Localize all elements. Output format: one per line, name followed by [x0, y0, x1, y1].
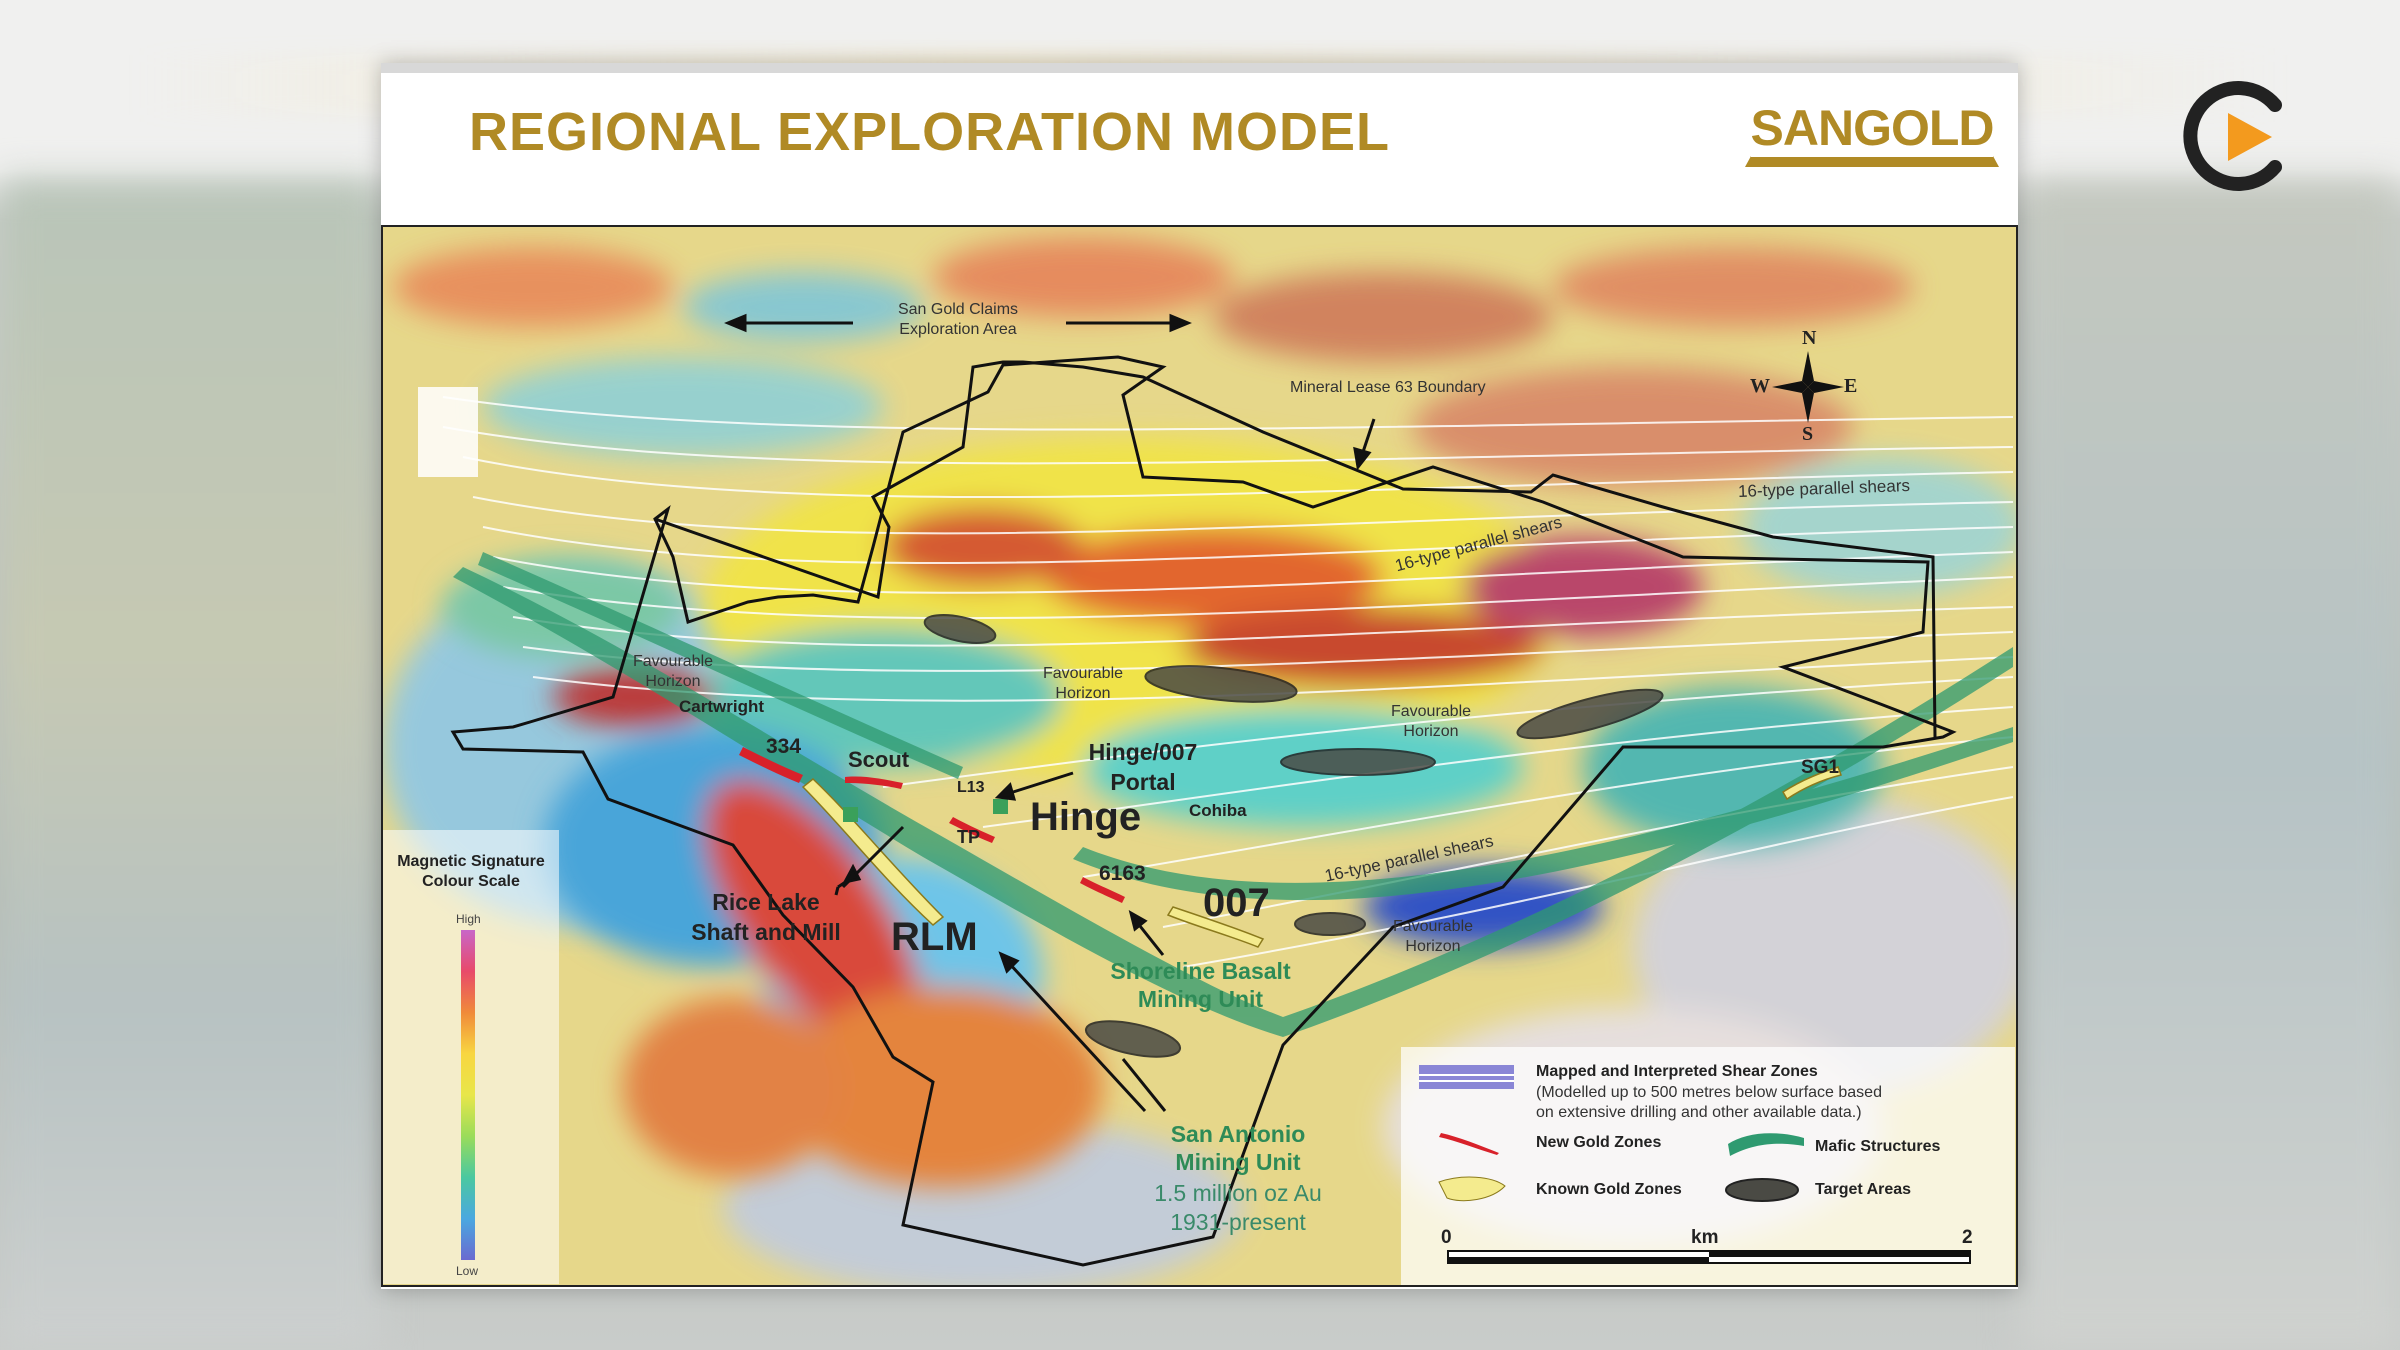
- cartwright-label: Cartwright: [679, 697, 764, 716]
- scale-bar-start: 0: [1441, 1227, 1452, 1248]
- favourable-center-line-2: Horizon: [1055, 685, 1111, 702]
- favourable-left-line-1: Favourable: [632, 653, 714, 670]
- l13-label: L13: [957, 779, 985, 796]
- mag-scale-title-line-1: Magnetic Signature: [397, 853, 545, 870]
- zone-007-label: 007: [1203, 881, 1270, 925]
- legend-shear-zones: Mapped and Interpreted Shear Zones: [1536, 1063, 1818, 1080]
- san-antonio-line-1: San Antonio: [1170, 1121, 1306, 1147]
- san-antonio-stats: 1.5 million oz Au 1931-present: [1123, 1179, 1353, 1237]
- blurred-left-margin: [0, 180, 380, 1350]
- favourable-left-line-2: Horizon: [645, 673, 701, 690]
- legend-shear-note: (Modelled up to 500 metres below surface…: [1536, 1083, 1882, 1123]
- tp-label: TP: [957, 827, 981, 847]
- compass-north: N: [1802, 327, 1817, 349]
- rice-lake-label: Rice Lake Shaft and Mill: [681, 887, 851, 947]
- sg1-label: SG1: [1801, 757, 1840, 778]
- sangold-logo: SANGOLD: [1745, 97, 1999, 167]
- compass-south: S: [1802, 423, 1814, 445]
- scale-bar-unit: km: [1691, 1227, 1719, 1248]
- favourable-horizon-left: Favourable Horizon: [618, 652, 728, 692]
- shear-zone-swatch: [1419, 1065, 1514, 1089]
- presentation-slide: REGIONAL EXPLORATION MODEL SANGOLD N S E…: [381, 63, 2018, 1289]
- legend-target-areas: Target Areas: [1815, 1181, 1912, 1198]
- favourable-lower-line-2: Horizon: [1405, 938, 1461, 955]
- compass-west: W: [1750, 375, 1770, 397]
- mag-scale-high: High: [456, 912, 481, 926]
- rice-lake-line-1: Rice Lake: [712, 889, 820, 915]
- hinge-portal-line-1: Hinge/007: [1088, 739, 1198, 765]
- hinge-portal-line-2: Portal: [1110, 769, 1176, 795]
- san-antonio-line-2: Mining Unit: [1175, 1149, 1301, 1175]
- exploration-area-line-1: San Gold Claims: [897, 301, 1019, 318]
- favourable-center-line-1: Favourable: [1042, 665, 1124, 682]
- legend-known-gold-zones: Known Gold Zones: [1536, 1181, 1682, 1198]
- favourable-lower-line-1: Favourable: [1392, 918, 1474, 935]
- mag-scale-low: Low: [456, 1264, 479, 1278]
- shoreline-line-1: Shoreline Basalt: [1110, 958, 1291, 984]
- cohiba-label: Cohiba: [1189, 801, 1247, 820]
- legend-shear-note-line-1: (Modelled up to 500 metres below surface…: [1536, 1084, 1882, 1101]
- blurred-right-margin: [2020, 180, 2400, 1350]
- play-logo-icon[interactable]: [2180, 75, 2300, 195]
- lease-boundary-label: Mineral Lease 63 Boundary: [1290, 379, 1486, 396]
- legend-mafic-structures: Mafic Structures: [1815, 1138, 1941, 1155]
- exploration-area-line-2: Exploration Area: [899, 321, 1017, 338]
- san-antonio-stats-line-1: 1.5 million oz Au: [1154, 1180, 1322, 1206]
- exploration-map: N S E W San Gold Claims Exploration Area…: [381, 225, 2018, 1287]
- san-antonio-label: San Antonio Mining Unit: [1138, 1120, 1338, 1176]
- scout-label: Scout: [848, 747, 910, 772]
- scale-bar: [1447, 1250, 1971, 1264]
- new-gold-zone-swatch: [1439, 1133, 1499, 1155]
- zone-334-label: 334: [766, 735, 802, 758]
- mag-scale-title-line-2: Colour Scale: [422, 873, 520, 890]
- mag-scale-gradient: [461, 930, 475, 1260]
- compass-east: E: [1844, 375, 1858, 397]
- favourable-right-line-1: Favourable: [1390, 703, 1472, 720]
- san-antonio-stats-line-2: 1931-present: [1170, 1209, 1306, 1235]
- known-gold-zone-swatch: [1438, 1176, 1506, 1202]
- zone-6163-label: 6163: [1099, 862, 1146, 885]
- mag-scale-title: Magnetic Signature Colour Scale: [383, 852, 559, 892]
- target-area-swatch: [1725, 1178, 1799, 1202]
- rice-lake-line-2: Shaft and Mill: [691, 919, 841, 945]
- slide-title: REGIONAL EXPLORATION MODEL: [469, 102, 1391, 162]
- mafic-structure-swatch: [1728, 1133, 1804, 1156]
- shoreline-basalt-label: Shoreline Basalt Mining Unit: [1093, 957, 1308, 1013]
- hinge-label: Hinge: [1030, 795, 1142, 839]
- favourable-horizon-lower: Favourable Horizon: [1378, 917, 1488, 957]
- legend-new-gold-zones: New Gold Zones: [1536, 1134, 1662, 1151]
- exploration-area-label: San Gold Claims Exploration Area: [888, 300, 1028, 340]
- favourable-horizon-center: Favourable Horizon: [1028, 664, 1138, 704]
- shoreline-line-2: Mining Unit: [1137, 986, 1264, 1012]
- hinge-portal-label: Hinge/007 Portal: [1073, 737, 1213, 797]
- legend-shear-note-line-2: on extensive drilling and other availabl…: [1536, 1104, 1862, 1121]
- scale-bar-end: 2: [1962, 1227, 1973, 1248]
- map-legend: Mapped and Interpreted Shear Zones (Mode…: [1401, 1047, 2015, 1285]
- rlm-label: RLM: [891, 915, 978, 959]
- svg-text:SANGOLD: SANGOLD: [1751, 100, 1994, 156]
- magnetic-colour-scale: Magnetic Signature Colour Scale High Low: [383, 830, 559, 1284]
- slide-top-bar: [381, 63, 2018, 73]
- favourable-right-line-2: Horizon: [1403, 723, 1459, 740]
- favourable-horizon-right: Favourable Horizon: [1376, 702, 1486, 742]
